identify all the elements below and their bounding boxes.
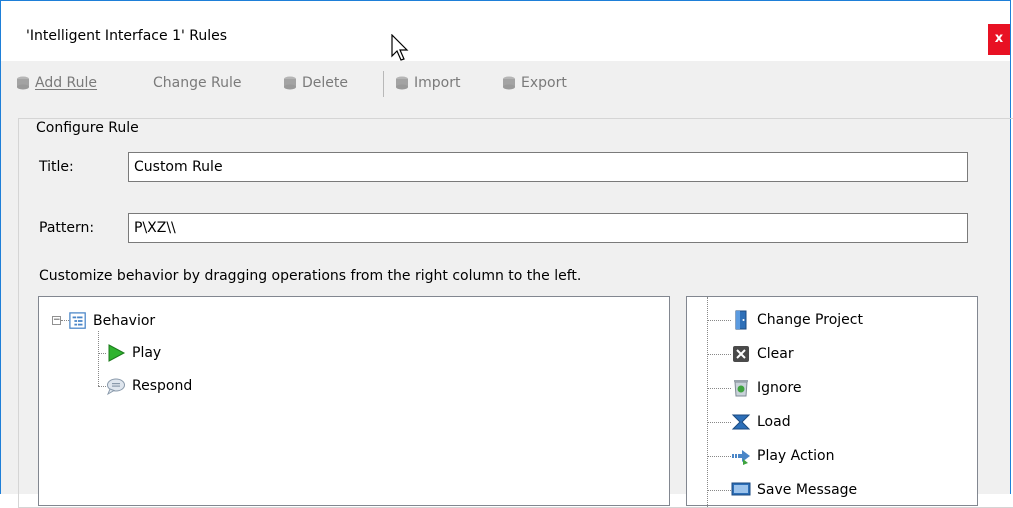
close-button[interactable]: x: [988, 24, 1010, 55]
operation-clear[interactable]: Clear: [731, 343, 794, 365]
import-button[interactable]: Import: [394, 72, 460, 94]
operation-load[interactable]: Load: [731, 411, 791, 433]
tree-item-play[interactable]: Play: [106, 342, 161, 364]
operation-save-message[interactable]: Save Message: [731, 479, 857, 501]
operation-label: Ignore: [757, 380, 802, 396]
title-input[interactable]: [128, 152, 968, 182]
toolbar: Add Rule Change Rule Delete Import Expor…: [1, 63, 1010, 103]
operation-label: Load: [757, 414, 791, 430]
operation-label: Change Project: [757, 312, 863, 328]
title-label: Title:: [39, 159, 74, 175]
change-rule-label: Change Rule: [153, 75, 242, 91]
pattern-label: Pattern:: [39, 220, 95, 236]
door-icon: [735, 310, 747, 330]
add-rule-label: Add Rule: [35, 75, 98, 91]
monitor-icon: [731, 482, 751, 496]
add-rule-button[interactable]: Add Rule: [15, 72, 97, 94]
tree-item-behavior[interactable]: Behavior: [69, 310, 155, 332]
pattern-input[interactable]: [128, 213, 968, 243]
operation-change-project[interactable]: Change Project: [731, 309, 863, 331]
toolbar-separator: [383, 71, 384, 97]
delete-icon: [284, 76, 296, 90]
window-title: 'Intelligent Interface 1' Rules: [26, 28, 228, 44]
import-icon: [396, 76, 408, 90]
clear-icon: [733, 346, 749, 362]
export-label: Export: [521, 75, 567, 91]
rules-window: 'Intelligent Interface 1' Rules x Add Ru…: [0, 0, 1013, 508]
add-rule-icon: [17, 76, 29, 90]
operation-ignore[interactable]: Ignore: [731, 377, 802, 399]
operations-panel[interactable]: Change Project Clear Ignore Load Play Ac…: [686, 296, 978, 507]
mouse-cursor-icon: [391, 34, 409, 61]
collapse-toggle[interactable]: −: [52, 316, 61, 325]
export-button[interactable]: Export: [501, 72, 567, 94]
tree-item-label: Behavior: [93, 313, 156, 329]
instructions-text: Customize behavior by dragging operation…: [39, 268, 582, 284]
operation-label: Play Action: [757, 448, 835, 464]
tree-item-label: Play: [132, 345, 162, 361]
title-bar: 'Intelligent Interface 1' Rules x: [1, 1, 1010, 61]
speech-bubble-icon: [106, 378, 125, 396]
configure-rule-label: Configure Rule: [34, 120, 141, 136]
tree-item-respond[interactable]: Respond: [106, 375, 192, 397]
play-icon: [108, 344, 126, 362]
import-label: Import: [414, 75, 461, 91]
load-icon: [731, 414, 751, 430]
export-icon: [503, 76, 515, 90]
arrow-icon: [732, 450, 750, 465]
operation-label: Clear: [757, 346, 794, 362]
delete-label: Delete: [302, 75, 348, 91]
tree-item-label: Respond: [132, 378, 193, 394]
delete-button[interactable]: Delete: [282, 72, 348, 94]
operation-play-action[interactable]: Play Action: [731, 445, 835, 467]
trash-icon: [734, 380, 748, 397]
behavior-icon: [69, 312, 86, 329]
behavior-tree-panel[interactable]: − Behavior Play Respond: [38, 296, 670, 506]
operation-label: Save Message: [757, 482, 858, 498]
change-rule-button[interactable]: Change Rule: [153, 72, 242, 94]
